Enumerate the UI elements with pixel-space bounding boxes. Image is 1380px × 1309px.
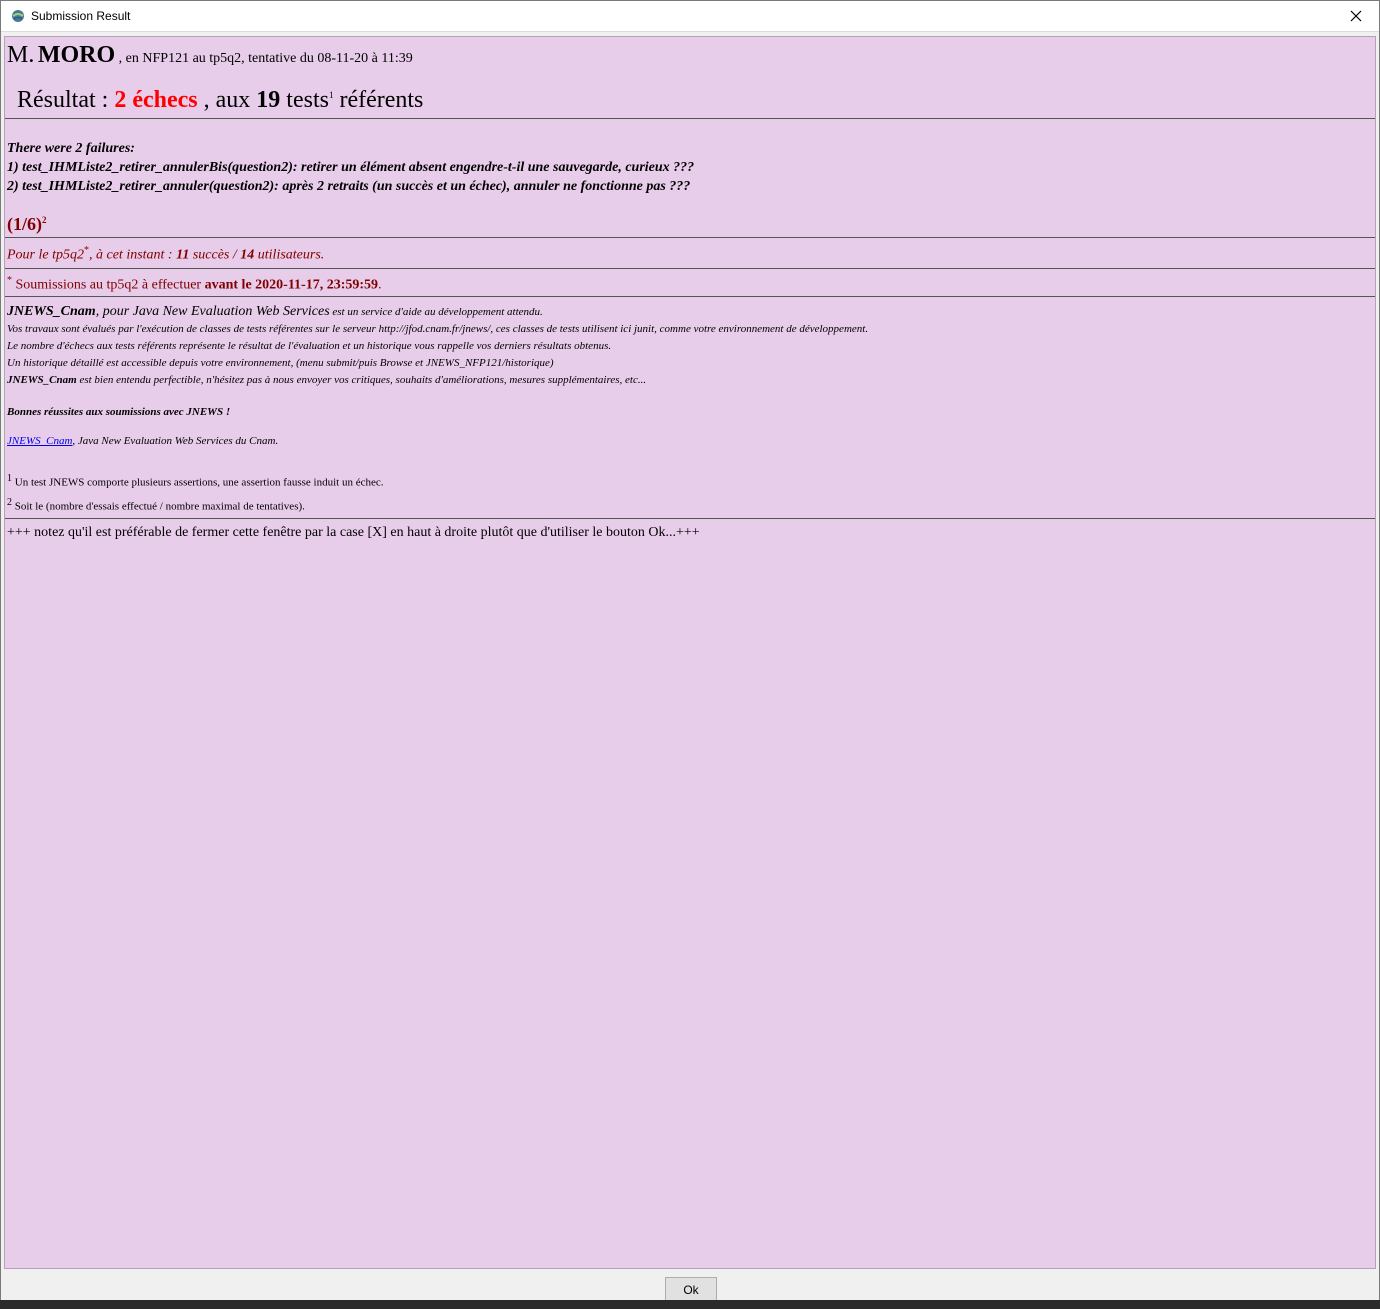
brand-description-small: est un service d'aide au développement a… [329,306,543,319]
credit-text: , Java New Evaluation Web Services du Cn… [72,435,279,448]
attempts-counter: (1/6)2 [5,214,1375,235]
divider [5,237,1375,238]
taskbar-strip [0,1300,1380,1309]
salutation: M. [7,42,35,68]
tests-word: tests [286,87,329,113]
footnote-text: Un test JNEWS comporte plusieurs asserti… [12,476,384,489]
brand-description: , pour Java New Evaluation Web Services [95,304,330,320]
stats-prefix: Pour le tp5q2 [7,247,84,263]
java-app-icon [11,9,25,23]
info-line: Un historique détaillé est accessible de… [7,357,554,370]
close-note: +++ notez qu'il est préférable de fermer… [7,524,700,540]
deadline-text: Soumissions au tp5q2 à effectuer [12,277,205,293]
submission-result-window: Submission Result M. MORO , en NFP121 au… [0,0,1380,1303]
info-line: Le nombre d'échecs aux tests référents r… [7,340,612,353]
deadline-line: * Soumissions au tp5q2 à effectuer avant… [5,275,1375,294]
tests-count: 19 [256,87,281,113]
close-icon [1350,10,1362,22]
failure-item: 2) test_IHMListe2_retirer_annuler(questi… [7,179,691,194]
stats-line: Pour le tp5q2*, à cet instant : 11 succè… [5,245,1375,264]
attempts-value: (1/6) [7,214,42,234]
jnews-link[interactable]: JNEWS_Cnam [7,435,72,447]
divider [5,118,1375,119]
submission-context: , en NFP121 au tp5q2, tentative du 08-11… [118,51,413,66]
divider [5,517,1375,519]
footnote-mark-1: 1 [328,90,334,100]
footnote-text: Soit le (nombre d'essais effectué / nomb… [12,500,305,513]
users-count: 14 [240,247,255,263]
result-summary: Résultat : 2 échecs , aux 19 tests1 réfé… [17,87,1375,114]
failures-count: 2 échecs [114,87,198,113]
result-content: M. MORO , en NFP121 au tp5q2, tentative … [4,36,1376,1269]
success-count: 11 [176,247,190,263]
deadline-end: . [378,277,382,293]
failure-item: 1) test_IHMListe2_retirer_annulerBis(que… [7,160,695,175]
failures-intro: There were 2 failures: [7,141,135,156]
deadline-date: avant le 2020-11-17, 23:59:59 [204,277,379,293]
credit-line: JNEWS_Cnam, Java New Evaluation Web Serv… [5,435,1375,447]
student-name: MORO [37,42,116,68]
info-line: Vos travaux sont évalués par l'exécution… [7,323,869,336]
close-button[interactable] [1333,1,1379,31]
window-title: Submission Result [31,9,131,23]
result-middle: , aux [203,87,251,113]
stats-middle: , à cet instant : [89,247,173,263]
student-header: M. MORO , en NFP121 au tp5q2, tentative … [5,42,1375,69]
bonnes-reussites: Bonnes réussites aux soumissions avec JN… [7,406,231,419]
jnews-info: JNEWS_Cnam, pour Java New Evaluation Web… [5,303,1375,389]
brand-name: JNEWS_Cnam [7,304,96,320]
result-end: référents [339,87,424,113]
brand-name: JNEWS_Cnam [7,374,77,387]
failures-block: There were 2 failures: 1) test_IHMListe2… [5,139,1375,196]
footnote-mark-2: 2 [42,215,47,225]
title-bar: Submission Result [1,1,1379,32]
users-word: utilisateurs. [257,247,325,263]
info-line: est bien entendu perfectible, n'hésitez … [76,374,647,387]
divider [5,267,1375,269]
divider [5,296,1375,298]
success-word: succès / [192,247,237,263]
footnotes: 1 Un test JNEWS comporte plusieurs asser… [5,469,1375,516]
result-label: Résultat : [17,87,109,113]
